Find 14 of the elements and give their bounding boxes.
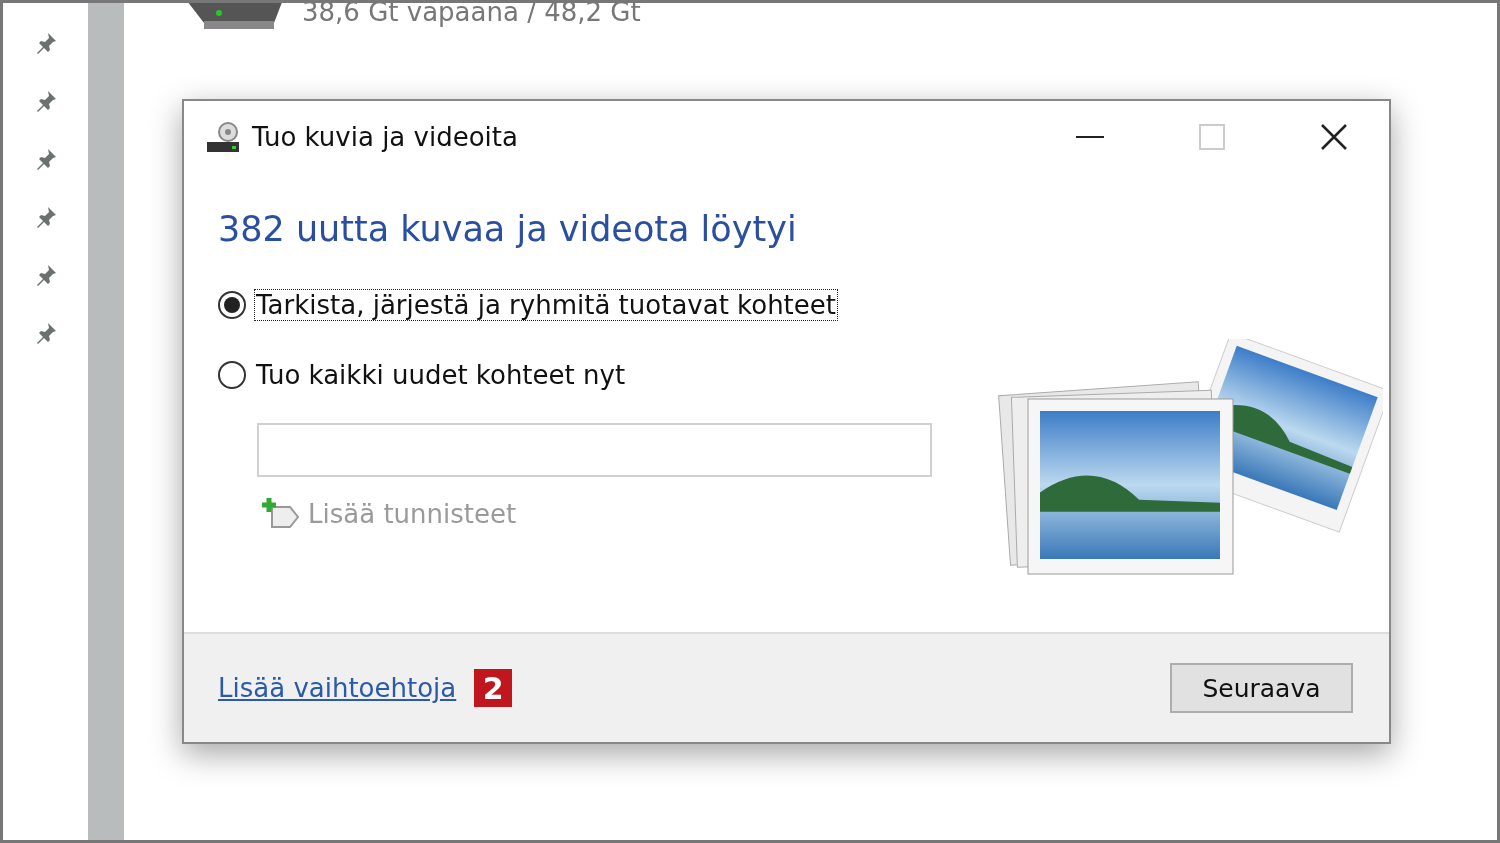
minimize-icon[interactable] xyxy=(1076,135,1104,139)
more-options-link[interactable]: Lisää vaihtoehtoja xyxy=(218,673,457,703)
option-label[interactable]: Tuo kaikki uudet kohteet nyt xyxy=(254,359,628,391)
option-label[interactable]: Tarkista, järjestä ja ryhmitä tuotavat kohteet xyxy=(254,289,838,321)
next-button[interactable]: Seuraava xyxy=(1170,663,1353,713)
dialog-heading: 382 uutta kuvaa ja videota löytyi xyxy=(218,209,798,249)
radio-button[interactable] xyxy=(218,361,246,389)
number-badge: 2 xyxy=(474,669,513,707)
window-title: Tuo kuvia ja videoita xyxy=(252,122,519,152)
radio-button[interactable] xyxy=(218,291,246,319)
add-tag-icon xyxy=(260,497,300,531)
input-field[interactable] xyxy=(257,423,932,477)
close-icon[interactable] xyxy=(1320,123,1348,151)
camera-drive-icon xyxy=(206,120,240,154)
